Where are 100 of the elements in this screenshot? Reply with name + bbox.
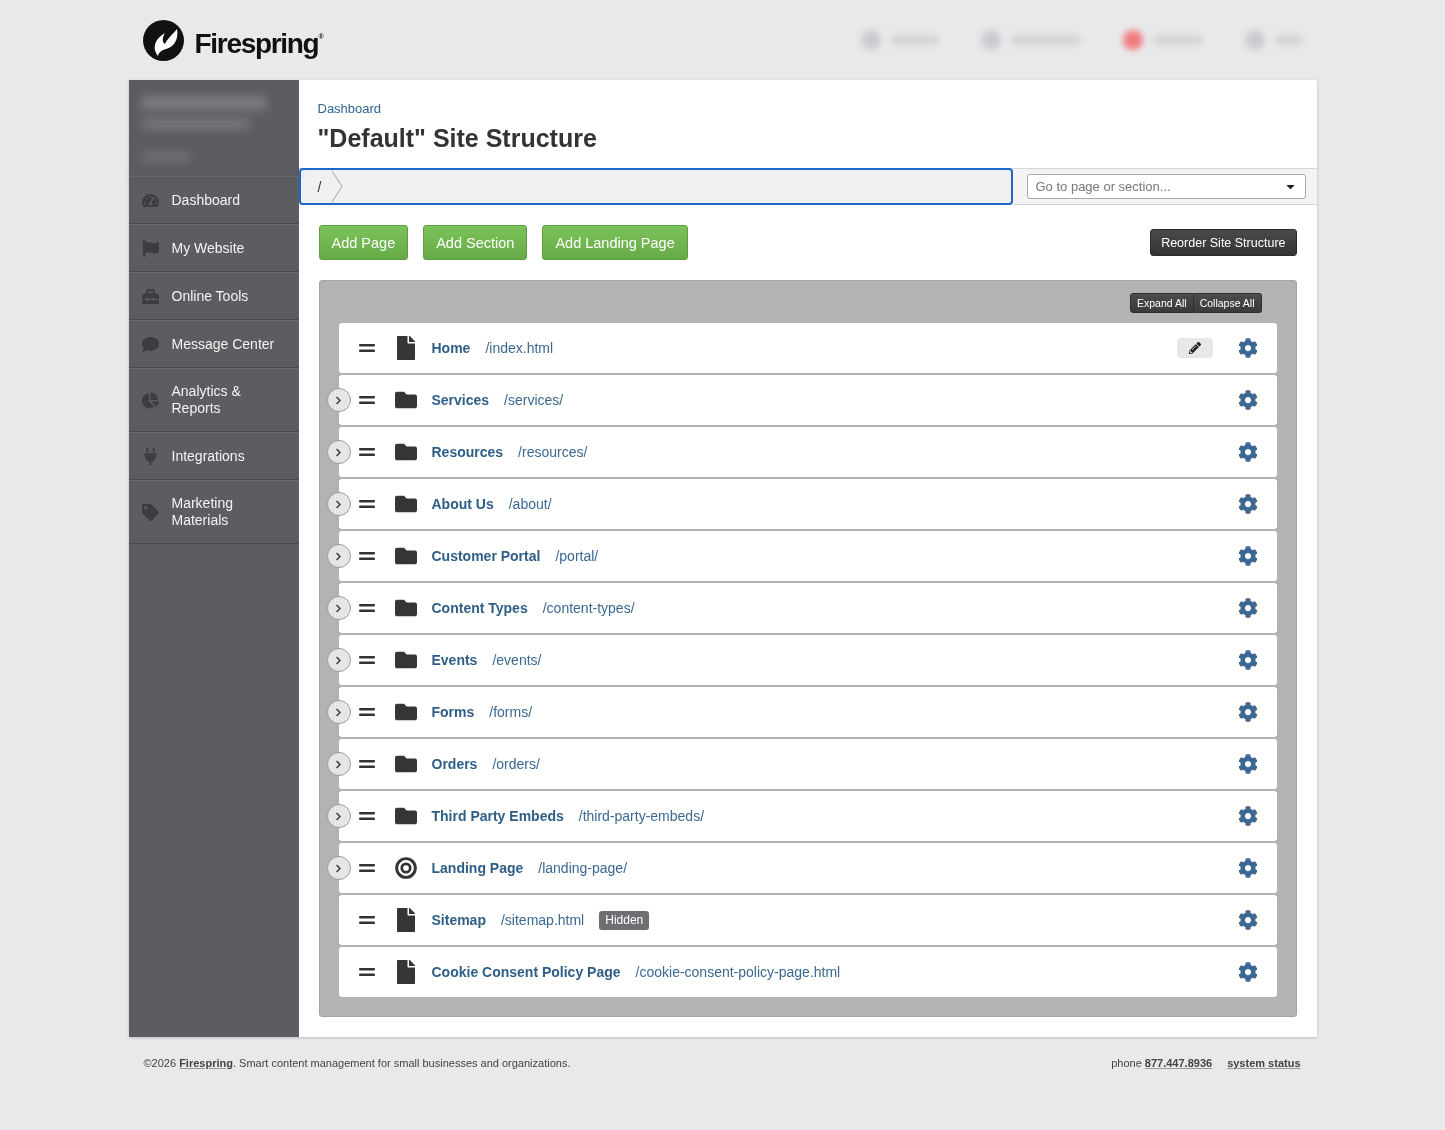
drag-handle-icon[interactable] [358, 552, 375, 560]
expand-toggle[interactable] [326, 648, 351, 672]
tree-item-path: /about/ [508, 496, 552, 512]
tree-item-link[interactable]: Landing Page [431, 860, 524, 876]
tree-item-path: /index.html [485, 340, 554, 356]
settings-button[interactable] [1237, 650, 1258, 670]
breadcrumb-link[interactable]: Dashboard [317, 101, 382, 116]
drag-handle-icon[interactable] [358, 708, 375, 716]
sidebar-nav-item[interactable]: Analytics & Reports [128, 368, 299, 432]
settings-button[interactable] [1237, 702, 1258, 722]
tree-item-link[interactable]: Content Types [431, 600, 528, 616]
file-icon [394, 908, 417, 932]
settings-button[interactable] [1237, 806, 1258, 826]
tree-item-link[interactable]: Cookie Consent Policy Page [431, 964, 621, 980]
drag-handle-icon[interactable] [358, 812, 375, 820]
folder-icon [394, 493, 417, 515]
tree-item-link[interactable]: Customer Portal [431, 548, 541, 564]
phone-link[interactable]: 877.447.8936 [1144, 1057, 1213, 1069]
reorder-button[interactable]: Reorder Site Structure [1150, 229, 1297, 256]
settings-button[interactable] [1237, 962, 1258, 982]
expand-toggle[interactable] [326, 388, 351, 412]
settings-button[interactable] [1237, 858, 1258, 878]
file-icon [394, 336, 417, 360]
tree-item-link[interactable]: Home [431, 340, 471, 356]
tree-item-path: /landing-page/ [538, 860, 628, 876]
settings-button[interactable] [1237, 390, 1258, 410]
drag-handle-icon[interactable] [358, 760, 375, 768]
chevron-icon [334, 551, 343, 561]
settings-icon [1237, 806, 1258, 826]
tree-item-link[interactable]: Orders [431, 756, 478, 772]
drag-handle-icon[interactable] [358, 968, 375, 976]
drag-handle-icon[interactable] [358, 864, 375, 872]
settings-icon [1237, 858, 1258, 878]
company-link[interactable]: Firespring [179, 1057, 233, 1069]
sidebar-nav-item[interactable]: My Website [128, 224, 299, 272]
tree-item-path: /forms/ [489, 704, 533, 720]
settings-button[interactable] [1237, 442, 1258, 462]
folder-icon [394, 701, 417, 723]
tree-item-path: /resources/ [518, 444, 588, 460]
expand-toggle[interactable] [326, 700, 351, 724]
settings-icon [1237, 442, 1258, 462]
phone-text: phone 877.447.8936 [1111, 1057, 1213, 1070]
toolbox-icon [141, 287, 160, 305]
tree-item-link[interactable]: Sitemap [431, 912, 486, 928]
path-segment-link[interactable]: / [317, 170, 344, 203]
tree-control-button[interactable]: Collapse All [1193, 293, 1262, 313]
folder-icon [394, 597, 417, 619]
expand-toggle[interactable] [326, 440, 351, 464]
settings-icon [1237, 338, 1258, 358]
settings-button[interactable] [1237, 910, 1258, 930]
sidebar-nav-item[interactable]: Online Tools [128, 272, 299, 320]
chevron-icon [334, 395, 343, 405]
page-jump-select[interactable]: Go to page or section... [1026, 174, 1306, 199]
expand-toggle[interactable] [326, 596, 351, 620]
sidebar-nav-item[interactable]: Marketing Materials [128, 480, 299, 544]
settings-icon [1237, 546, 1258, 566]
copyright-text: ©2026 Firespring. Smart content management for small businesses and organizations. [143, 1057, 571, 1070]
drag-handle-icon[interactable] [358, 656, 375, 664]
pie-chart-icon [141, 391, 160, 409]
expand-toggle[interactable] [326, 544, 351, 568]
chevron-icon [334, 499, 343, 509]
logo-wordmark: Firespring$^{®}$ [194, 26, 324, 61]
drag-handle-icon[interactable] [358, 396, 375, 404]
folder-icon [394, 753, 417, 775]
file-icon [394, 960, 417, 984]
tree-item-link[interactable]: Forms [431, 704, 475, 720]
tree-control-button[interactable]: Expand All [1130, 293, 1194, 313]
settings-button[interactable] [1237, 546, 1258, 566]
drag-handle-icon[interactable] [358, 604, 375, 612]
settings-button[interactable] [1237, 494, 1258, 514]
settings-icon [1237, 390, 1258, 410]
chevron-icon [334, 759, 343, 769]
tree-item-path: /cookie-consent-policy-page.html [635, 964, 841, 980]
drag-handle-icon[interactable] [358, 500, 375, 508]
drag-handle-icon[interactable] [358, 916, 375, 924]
expand-toggle[interactable] [326, 804, 351, 828]
tree-item-path: /portal/ [555, 548, 599, 564]
tree-item-path: /services/ [504, 392, 564, 408]
settings-button[interactable] [1237, 598, 1258, 618]
tree-item-link[interactable]: Events [431, 652, 478, 668]
tree-item-link[interactable]: About Us [431, 496, 494, 512]
tree-item-link[interactable]: Resources [431, 444, 504, 460]
drag-handle-icon[interactable] [358, 344, 375, 352]
target-icon [394, 856, 417, 880]
expand-toggle[interactable] [326, 856, 351, 880]
sidebar-nav-item[interactable]: Integrations [128, 432, 299, 480]
tree-item-link[interactable]: Third Party Embeds [431, 808, 564, 824]
sidebar-nav-item[interactable]: Dashboard [128, 176, 299, 224]
expand-toggle[interactable] [326, 492, 351, 516]
sidebar-nav-item[interactable]: Message Center [128, 320, 299, 368]
firespring-logo[interactable]: Firespring$^{®}$ [142, 19, 324, 61]
edit-button[interactable] [1176, 338, 1213, 358]
settings-button[interactable] [1237, 338, 1258, 358]
expand-toggle[interactable] [326, 752, 351, 776]
system-status-link[interactable]: system status [1227, 1057, 1301, 1070]
chevron-icon [334, 863, 343, 873]
tree-item-link[interactable]: Services [431, 392, 490, 408]
settings-button[interactable] [1237, 754, 1258, 774]
drag-handle-icon[interactable] [358, 448, 375, 456]
tree-item-path: /sitemap.html [500, 912, 585, 928]
